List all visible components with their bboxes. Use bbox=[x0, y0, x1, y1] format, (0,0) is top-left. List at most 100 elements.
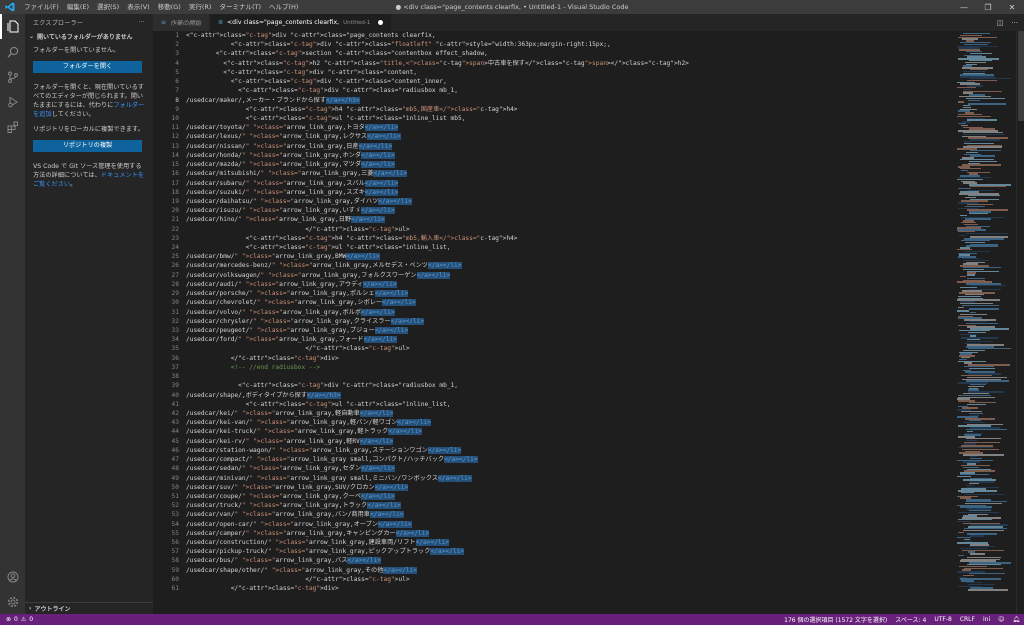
code-line[interactable]: /usedcar/open-car/" ">class="arrow_link_… bbox=[186, 520, 946, 529]
eol-status[interactable]: CRLF bbox=[960, 616, 975, 623]
unsaved-dot-icon[interactable] bbox=[378, 20, 384, 25]
code-line[interactable]: </"c-attr">class="c-tag">div> bbox=[186, 354, 946, 363]
scrollbar-thumb[interactable] bbox=[1018, 31, 1024, 121]
code-line[interactable]: /usedcar/honda/" ">class="arrow_link_gra… bbox=[186, 151, 946, 160]
run-debug-icon[interactable] bbox=[0, 89, 25, 114]
code-line[interactable]: /usedcar/minivan/" ">class="arrow_link_g… bbox=[186, 474, 946, 483]
code-line[interactable]: /usedcar/coupe/" ">class="arrow_link_gra… bbox=[186, 492, 946, 501]
minimize-button[interactable]: — bbox=[952, 0, 976, 14]
code-line[interactable]: <"c-attr">class="c-tag">div "c-attr">cla… bbox=[186, 40, 946, 49]
menu-item[interactable]: 選択(S) bbox=[93, 0, 123, 14]
code-line[interactable]: /usedcar/shape/other/" ">class="arrow_li… bbox=[186, 566, 946, 575]
code-line[interactable]: /usedcar/suv/" ">class="arrow_link_gray,… bbox=[186, 483, 946, 492]
code-line[interactable]: /usedcar/kei-rv/" ">class="arrow_link_gr… bbox=[186, 437, 946, 446]
code-line[interactable]: /usedcar/van/" ">class="arrow_link_gray,… bbox=[186, 510, 946, 519]
code-line[interactable]: /usedcar/volkswagen/" ">class="arrow_lin… bbox=[186, 271, 946, 280]
menu-item[interactable]: 編集(E) bbox=[63, 0, 93, 14]
minimap[interactable] bbox=[955, 31, 1016, 614]
code-line[interactable]: /usedcar/station-wagon/" ">class="arrow_… bbox=[186, 446, 946, 455]
explorer-icon[interactable] bbox=[0, 14, 25, 39]
code-line[interactable] bbox=[186, 372, 946, 381]
split-editor-icon[interactable]: ◫ bbox=[997, 19, 1004, 27]
outline-section-header[interactable]: › アウトライン bbox=[25, 602, 153, 614]
code-line[interactable]: <"c-attr">class="c-tag">h2 "c-attr">clas… bbox=[186, 59, 946, 68]
open-folder-button[interactable]: フォルダーを開く bbox=[33, 61, 142, 73]
code-line[interactable]: /usedcar/maker/,メーカー・ブランドから探す</a></h3> bbox=[186, 96, 946, 105]
code-line[interactable]: /usedcar/nissan/" ">class="arrow_link_gr… bbox=[186, 142, 946, 151]
no-folder-section-header[interactable]: ⌄ 開いているフォルダーがありません bbox=[25, 30, 153, 42]
code-line[interactable]: /usedcar/volvo/" ">class="arrow_link_gra… bbox=[186, 308, 946, 317]
menu-item[interactable]: 実行(R) bbox=[185, 0, 216, 14]
menu-item[interactable]: ターミナル(T) bbox=[215, 0, 265, 14]
code-line[interactable]: <"c-attr">class="c-tag">section "c-attr"… bbox=[186, 49, 946, 58]
code-line[interactable]: /usedcar/bmw/" ">class="arrow_link_gray,… bbox=[186, 252, 946, 261]
menu-item[interactable]: ファイル(F) bbox=[20, 0, 63, 14]
code-line[interactable]: /usedcar/lexus/" ">class="arrow_link_gra… bbox=[186, 132, 946, 141]
code-line[interactable]: </"c-attr">class="c-tag">ul> bbox=[186, 575, 946, 584]
code-line[interactable]: <"c-attr">class="c-tag">ul "c-attr">clas… bbox=[186, 243, 946, 252]
code-line[interactable]: /usedcar/mercedes-benz/" ">class="arrow_… bbox=[186, 261, 946, 270]
code-line[interactable]: /usedcar/suzuki/" ">class="arrow_link_gr… bbox=[186, 188, 946, 197]
code-line[interactable]: <"c-attr">class="c-tag">h4 "c-attr">clas… bbox=[186, 105, 946, 114]
code-line[interactable]: /usedcar/pickup-truck/" ">class="arrow_l… bbox=[186, 547, 946, 556]
close-button[interactable]: ✕ bbox=[1000, 0, 1024, 14]
code-line[interactable]: <"c-attr">class="c-tag">div "c-attr">cla… bbox=[186, 77, 946, 86]
indentation-status[interactable]: スペース: 4 bbox=[895, 615, 926, 624]
notifications-icon[interactable]: 🔔︎ bbox=[1012, 616, 1020, 623]
code-line[interactable]: </"c-attr">class="c-tag">ul> bbox=[186, 344, 946, 353]
code-line[interactable]: /usedcar/kei-truck/" ">class="arrow_link… bbox=[186, 427, 946, 436]
code-line[interactable]: </"c-attr">class="c-tag">ul> bbox=[186, 225, 946, 234]
tab-welcome[interactable]: ≡ 作業の開始 bbox=[153, 14, 210, 31]
code-line[interactable]: /usedcar/compact/" ">class="arrow_link_g… bbox=[186, 455, 946, 464]
code-line[interactable]: /usedcar/toyota/" ">class="arrow_link_gr… bbox=[186, 123, 946, 132]
code-editor[interactable]: 1 2 3 4 5 6 7 8 9 10 11 12 13 14 15 16 17 18 19 20 21 22 23 24 2… bbox=[153, 31, 953, 614]
code-line[interactable]: /usedcar/mitsubishi/" ">class="arrow_lin… bbox=[186, 169, 946, 178]
code-line[interactable]: <"c-attr">class="c-tag">div "c-attr">cla… bbox=[186, 68, 946, 77]
more-actions-icon[interactable]: ··· bbox=[1011, 19, 1018, 27]
menu-item[interactable]: 移動(G) bbox=[154, 0, 185, 14]
code-line[interactable]: /usedcar/daihatsu/" ">class="arrow_link_… bbox=[186, 197, 946, 206]
language-mode[interactable]: ini bbox=[983, 616, 990, 623]
encoding-status[interactable]: UTF-8 bbox=[934, 616, 952, 623]
extensions-icon[interactable] bbox=[0, 114, 25, 139]
code-line[interactable]: <"c-attr">class="c-tag">div "c-attr">cla… bbox=[186, 381, 946, 390]
code-line[interactable]: </"c-attr">class="c-tag">div> bbox=[186, 584, 946, 593]
code-line[interactable]: <"c-attr">class="c-tag">div "c-attr">cla… bbox=[186, 31, 946, 40]
code-line[interactable]: /usedcar/audi/" ">class="arrow_link_gray… bbox=[186, 280, 946, 289]
tab-untitled-1[interactable]: ≣ <div class="page_contents clearfix, Un… bbox=[209, 14, 393, 31]
vertical-scrollbar[interactable] bbox=[1016, 31, 1024, 614]
code-line[interactable]: /usedcar/sedan/" ">class="arrow_link_gra… bbox=[186, 464, 946, 473]
code-line[interactable]: /usedcar/chevrolet/" ">class="arrow_link… bbox=[186, 298, 946, 307]
code-line[interactable]: /usedcar/construction/" ">class="arrow_l… bbox=[186, 538, 946, 547]
more-actions-icon[interactable]: ··· bbox=[138, 19, 145, 26]
code-line[interactable]: /usedcar/kei/" ">class="arrow_link_gray,… bbox=[186, 409, 946, 418]
code-line[interactable]: /usedcar/mazda/" ">class="arrow_link_gra… bbox=[186, 160, 946, 169]
search-icon[interactable] bbox=[0, 39, 25, 64]
code-line[interactable]: <"c-attr">class="c-tag">ul "c-attr">clas… bbox=[186, 114, 946, 123]
problems-indicator[interactable]: ⊗ 0 ⚠ 0 bbox=[0, 616, 33, 623]
code-line[interactable]: /usedcar/camper/" ">class="arrow_link_gr… bbox=[186, 529, 946, 538]
code-line[interactable]: /usedcar/kei-van/" ">class="arrow_link_g… bbox=[186, 418, 946, 427]
code-line[interactable]: /usedcar/shape/,ボディタイプから探す</a></h3> bbox=[186, 391, 946, 400]
code-line[interactable]: <"c-attr">class="c-tag">div "c-attr">cla… bbox=[186, 86, 946, 95]
settings-gear-icon[interactable] bbox=[0, 589, 25, 614]
code-line[interactable]: <!-- //end radiusbox --> bbox=[186, 363, 946, 372]
code-line[interactable]: /usedcar/isuzu/" ">class="arrow_link_gra… bbox=[186, 206, 946, 215]
code-line[interactable]: <"c-attr">class="c-tag">ul "c-attr">clas… bbox=[186, 400, 946, 409]
code-line[interactable]: /usedcar/porsche/" ">class="arrow_link_g… bbox=[186, 289, 946, 298]
code-line[interactable]: /usedcar/peugeot/" ">class="arrow_link_g… bbox=[186, 326, 946, 335]
code-line[interactable]: /usedcar/subaru/" ">class="arrow_link_gr… bbox=[186, 179, 946, 188]
code-line[interactable]: /usedcar/bus/" ">class="arrow_link_gray,… bbox=[186, 556, 946, 565]
code-line[interactable]: /usedcar/hino/" ">class="arrow_link_gray… bbox=[186, 215, 946, 224]
code-line[interactable]: /usedcar/chrysler/" ">class="arrow_link_… bbox=[186, 317, 946, 326]
clone-repository-button[interactable]: リポジトリの複製 bbox=[33, 140, 142, 152]
feedback-icon[interactable]: ☺ bbox=[998, 616, 1004, 623]
code-line[interactable]: /usedcar/truck/" ">class="arrow_link_gra… bbox=[186, 501, 946, 510]
menu-item[interactable]: ヘルプ(H) bbox=[265, 0, 302, 14]
menu-item[interactable]: 表示(V) bbox=[123, 0, 154, 14]
source-control-icon[interactable] bbox=[0, 64, 25, 89]
code-lines[interactable]: <"c-attr">class="c-tag">div "c-attr">cla… bbox=[186, 31, 946, 593]
code-line[interactable]: <"c-attr">class="c-tag">h4 "c-attr">clas… bbox=[186, 234, 946, 243]
restore-button[interactable]: ❐ bbox=[976, 0, 1000, 14]
selection-status[interactable]: 176 個の選択項目 (1572 文字を選択) bbox=[784, 615, 887, 624]
